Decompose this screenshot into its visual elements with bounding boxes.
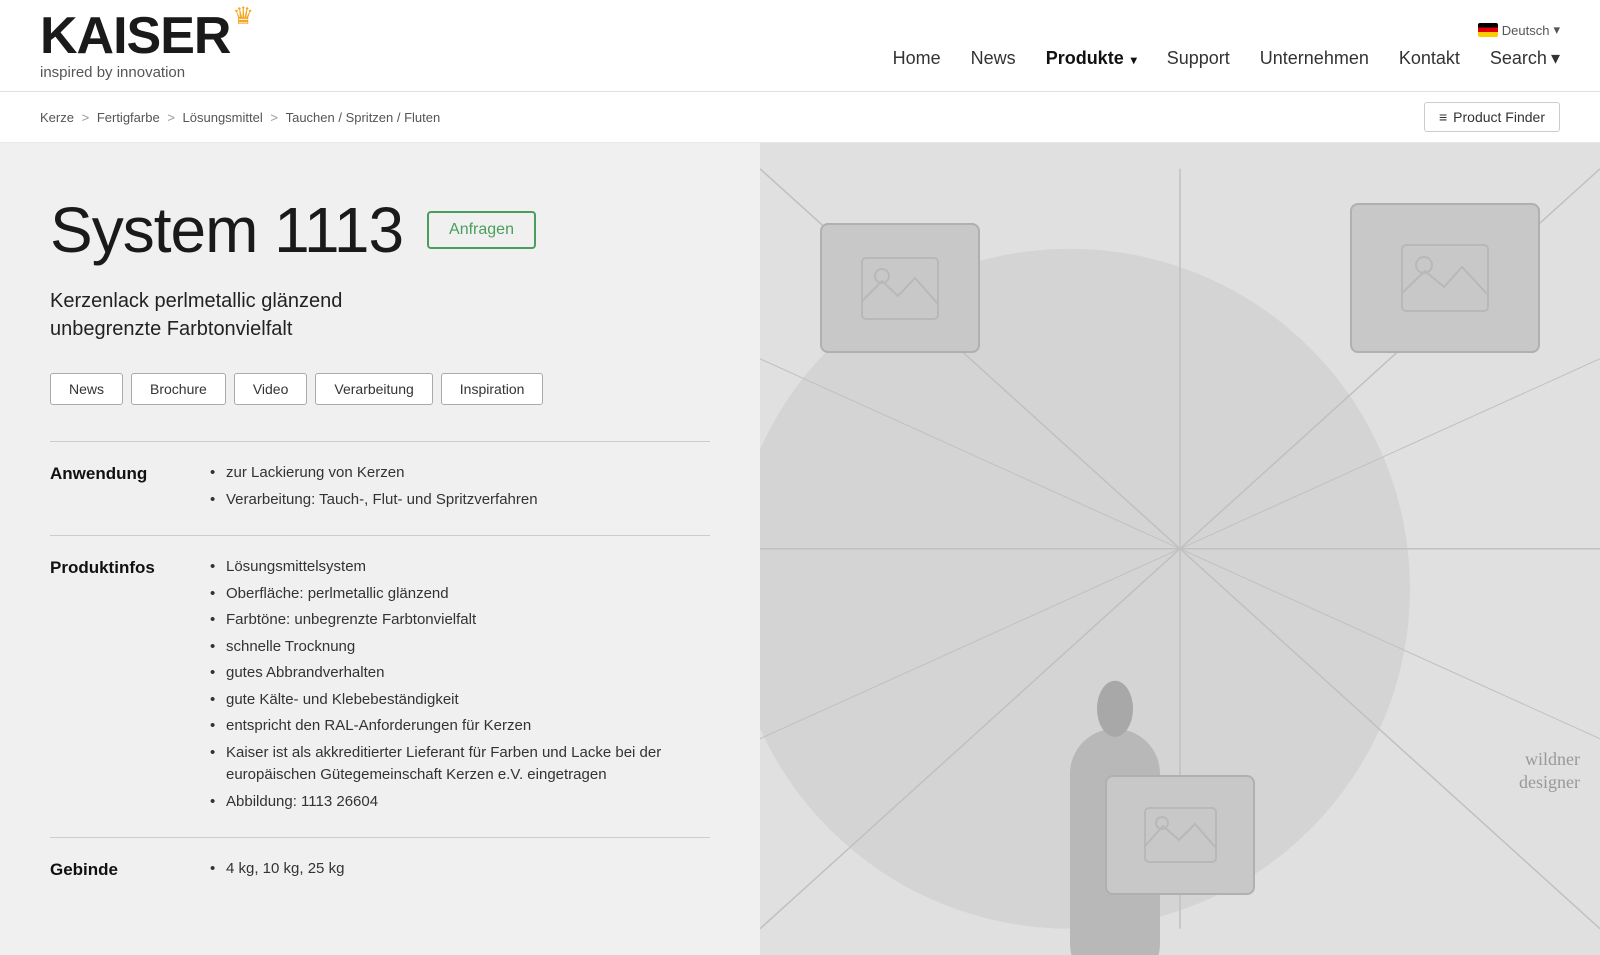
anfragen-button[interactable]: Anfragen [427,211,536,249]
nav-right: Deutsch ▾ Home News Produkte ▾ Support U… [893,22,1560,69]
nav-menu: Home News Produkte ▾ Support Unternehmen… [893,48,1560,69]
logo-wrapper: KAISER ♛ inspired by innovation [40,10,252,81]
section-produktinfos-content: Lösungsmittelsystem Oberfläche: perlmeta… [210,556,710,817]
search-label: Search [1490,48,1547,69]
gebinde-list: 4 kg, 10 kg, 25 kg [210,858,710,881]
main-content: System 1113 Anfragen Kerzenlack perlmeta… [0,143,1600,955]
tab-news[interactable]: News [50,373,123,405]
nav-item-unternehmen[interactable]: Unternehmen [1260,48,1369,69]
anwendung-list: zur Lackierung von Kerzen Verarbeitung: … [210,462,710,511]
anwendung-item-1: zur Lackierung von Kerzen [210,462,710,485]
tab-brochure[interactable]: Brochure [131,373,226,405]
tab-video[interactable]: Video [234,373,308,405]
nav-link-produkte[interactable]: Produkte ▾ [1046,48,1137,68]
nav-item-support[interactable]: Support [1167,48,1230,69]
breadcrumb-loesungsmittel[interactable]: Lösungsmittel [183,110,263,125]
section-produktinfos-label: Produktinfos [50,556,210,817]
watermark-line2: designer [1519,771,1580,794]
content-panel: System 1113 Anfragen Kerzenlack perlmeta… [0,143,760,955]
breadcrumb-tauchen[interactable]: Tauchen / Spritzen / Fluten [286,110,441,125]
breadcrumb-sep-2: > [167,110,178,125]
watermark-line1: wildner [1519,748,1580,771]
logo-crown: ♛ [232,2,254,31]
section-produktinfos: Produktinfos Lösungsmittelsystem Oberflä… [50,535,710,837]
search-button[interactable]: Search ▾ [1490,48,1560,69]
image-placeholder-icon-3 [1143,806,1218,864]
product-image-1[interactable] [820,223,980,353]
produktinfos-item-6: gute Kälte- und Klebebeständigkeit [210,689,710,712]
main-nav: Home News Produkte ▾ Support Unternehmen… [893,48,1560,69]
section-anwendung-label: Anwendung [50,462,210,515]
search-dropdown-arrow: ▾ [1551,48,1560,69]
nav-item-kontakt[interactable]: Kontakt [1399,48,1460,69]
watermark: wildner designer [1519,748,1580,795]
product-title: System 1113 [50,193,403,267]
nav-link-news[interactable]: News [971,48,1016,68]
produkte-dropdown-arrow: ▾ [1131,53,1137,67]
section-gebinde: Gebinde 4 kg, 10 kg, 25 kg [50,837,710,905]
product-subtitle: Kerzenlack perlmetallic glänzend unbegre… [50,287,710,343]
nav-link-support[interactable]: Support [1167,48,1230,68]
flag-icon [1478,23,1498,37]
section-gebinde-content: 4 kg, 10 kg, 25 kg [210,858,710,885]
image-placeholder-icon-2 [1400,243,1490,313]
breadcrumb-sep-1: > [82,110,93,125]
produktinfos-item-3: Farbtöne: unbegrenzte Farbtonvielfalt [210,609,710,632]
produktinfos-item-2: Oberfläche: perlmetallic glänzend [210,583,710,606]
logo-tagline: inspired by innovation [40,64,185,81]
produktinfos-item-7: entspricht den RAL-Anforderungen für Ker… [210,715,710,738]
nav-link-kontakt[interactable]: Kontakt [1399,48,1460,68]
breadcrumb-bar: Kerze > Fertigfarbe > Lösungsmittel > Ta… [0,92,1600,143]
nav-link-unternehmen[interactable]: Unternehmen [1260,48,1369,68]
produktinfos-item-5: gutes Abbrandverhalten [210,662,710,685]
product-finder-label: Product Finder [1453,109,1545,125]
header: KAISER ♛ inspired by innovation Deutsch … [0,0,1600,92]
section-anwendung: Anwendung zur Lackierung von Kerzen Vera… [50,441,710,535]
nav-link-home[interactable]: Home [893,48,941,68]
anwendung-item-2: Verarbeitung: Tauch-, Flut- und Spritzve… [210,489,710,512]
product-finder-icon: ≡ [1439,109,1447,125]
tab-verarbeitung[interactable]: Verarbeitung [315,373,432,405]
section-anwendung-content: zur Lackierung von Kerzen Verarbeitung: … [210,462,710,515]
tab-buttons: News Brochure Video Verarbeitung Inspira… [50,373,710,405]
produktinfos-item-9: Abbildung: 1113 26604 [210,791,710,814]
nav-item-search[interactable]: Search ▾ [1490,48,1560,69]
product-image-2[interactable] [1350,203,1540,353]
tab-inspiration[interactable]: Inspiration [441,373,544,405]
section-gebinde-label: Gebinde [50,858,210,885]
product-title-row: System 1113 Anfragen [50,193,710,267]
produktinfos-item-1: Lösungsmittelsystem [210,556,710,579]
nav-item-home[interactable]: Home [893,48,941,69]
product-finder-button[interactable]: ≡ Product Finder [1424,102,1560,132]
image-placeholder-icon-1 [860,256,940,321]
produktinfos-list: Lösungsmittelsystem Oberfläche: perlmeta… [210,556,710,813]
produktinfos-item-8: Kaiser ist als akkreditierter Lieferant … [210,742,710,787]
language-selector[interactable]: Deutsch ▾ [1478,22,1560,38]
product-image-3[interactable] [1105,775,1255,895]
breadcrumb-kerze[interactable]: Kerze [40,110,74,125]
subtitle-line-1: Kerzenlack perlmetallic glänzend [50,287,710,315]
gebinde-item-1: 4 kg, 10 kg, 25 kg [210,858,710,881]
breadcrumb-sep-3: > [270,110,281,125]
lang-dropdown-arrow: ▾ [1553,22,1560,38]
image-panel: wildner designer [760,143,1600,955]
logo-text: KAISER [40,10,230,62]
logo-area: KAISER ♛ inspired by innovation [40,10,252,81]
subtitle-line-2: unbegrenzte Farbtonvielfalt [50,315,710,343]
nav-item-news[interactable]: News [971,48,1016,69]
produktinfos-item-4: schnelle Trocknung [210,636,710,659]
breadcrumb: Kerze > Fertigfarbe > Lösungsmittel > Ta… [40,110,440,125]
nav-item-produkte[interactable]: Produkte ▾ [1046,48,1137,69]
language-label: Deutsch [1502,23,1550,38]
breadcrumb-fertigfarbe[interactable]: Fertigfarbe [97,110,160,125]
